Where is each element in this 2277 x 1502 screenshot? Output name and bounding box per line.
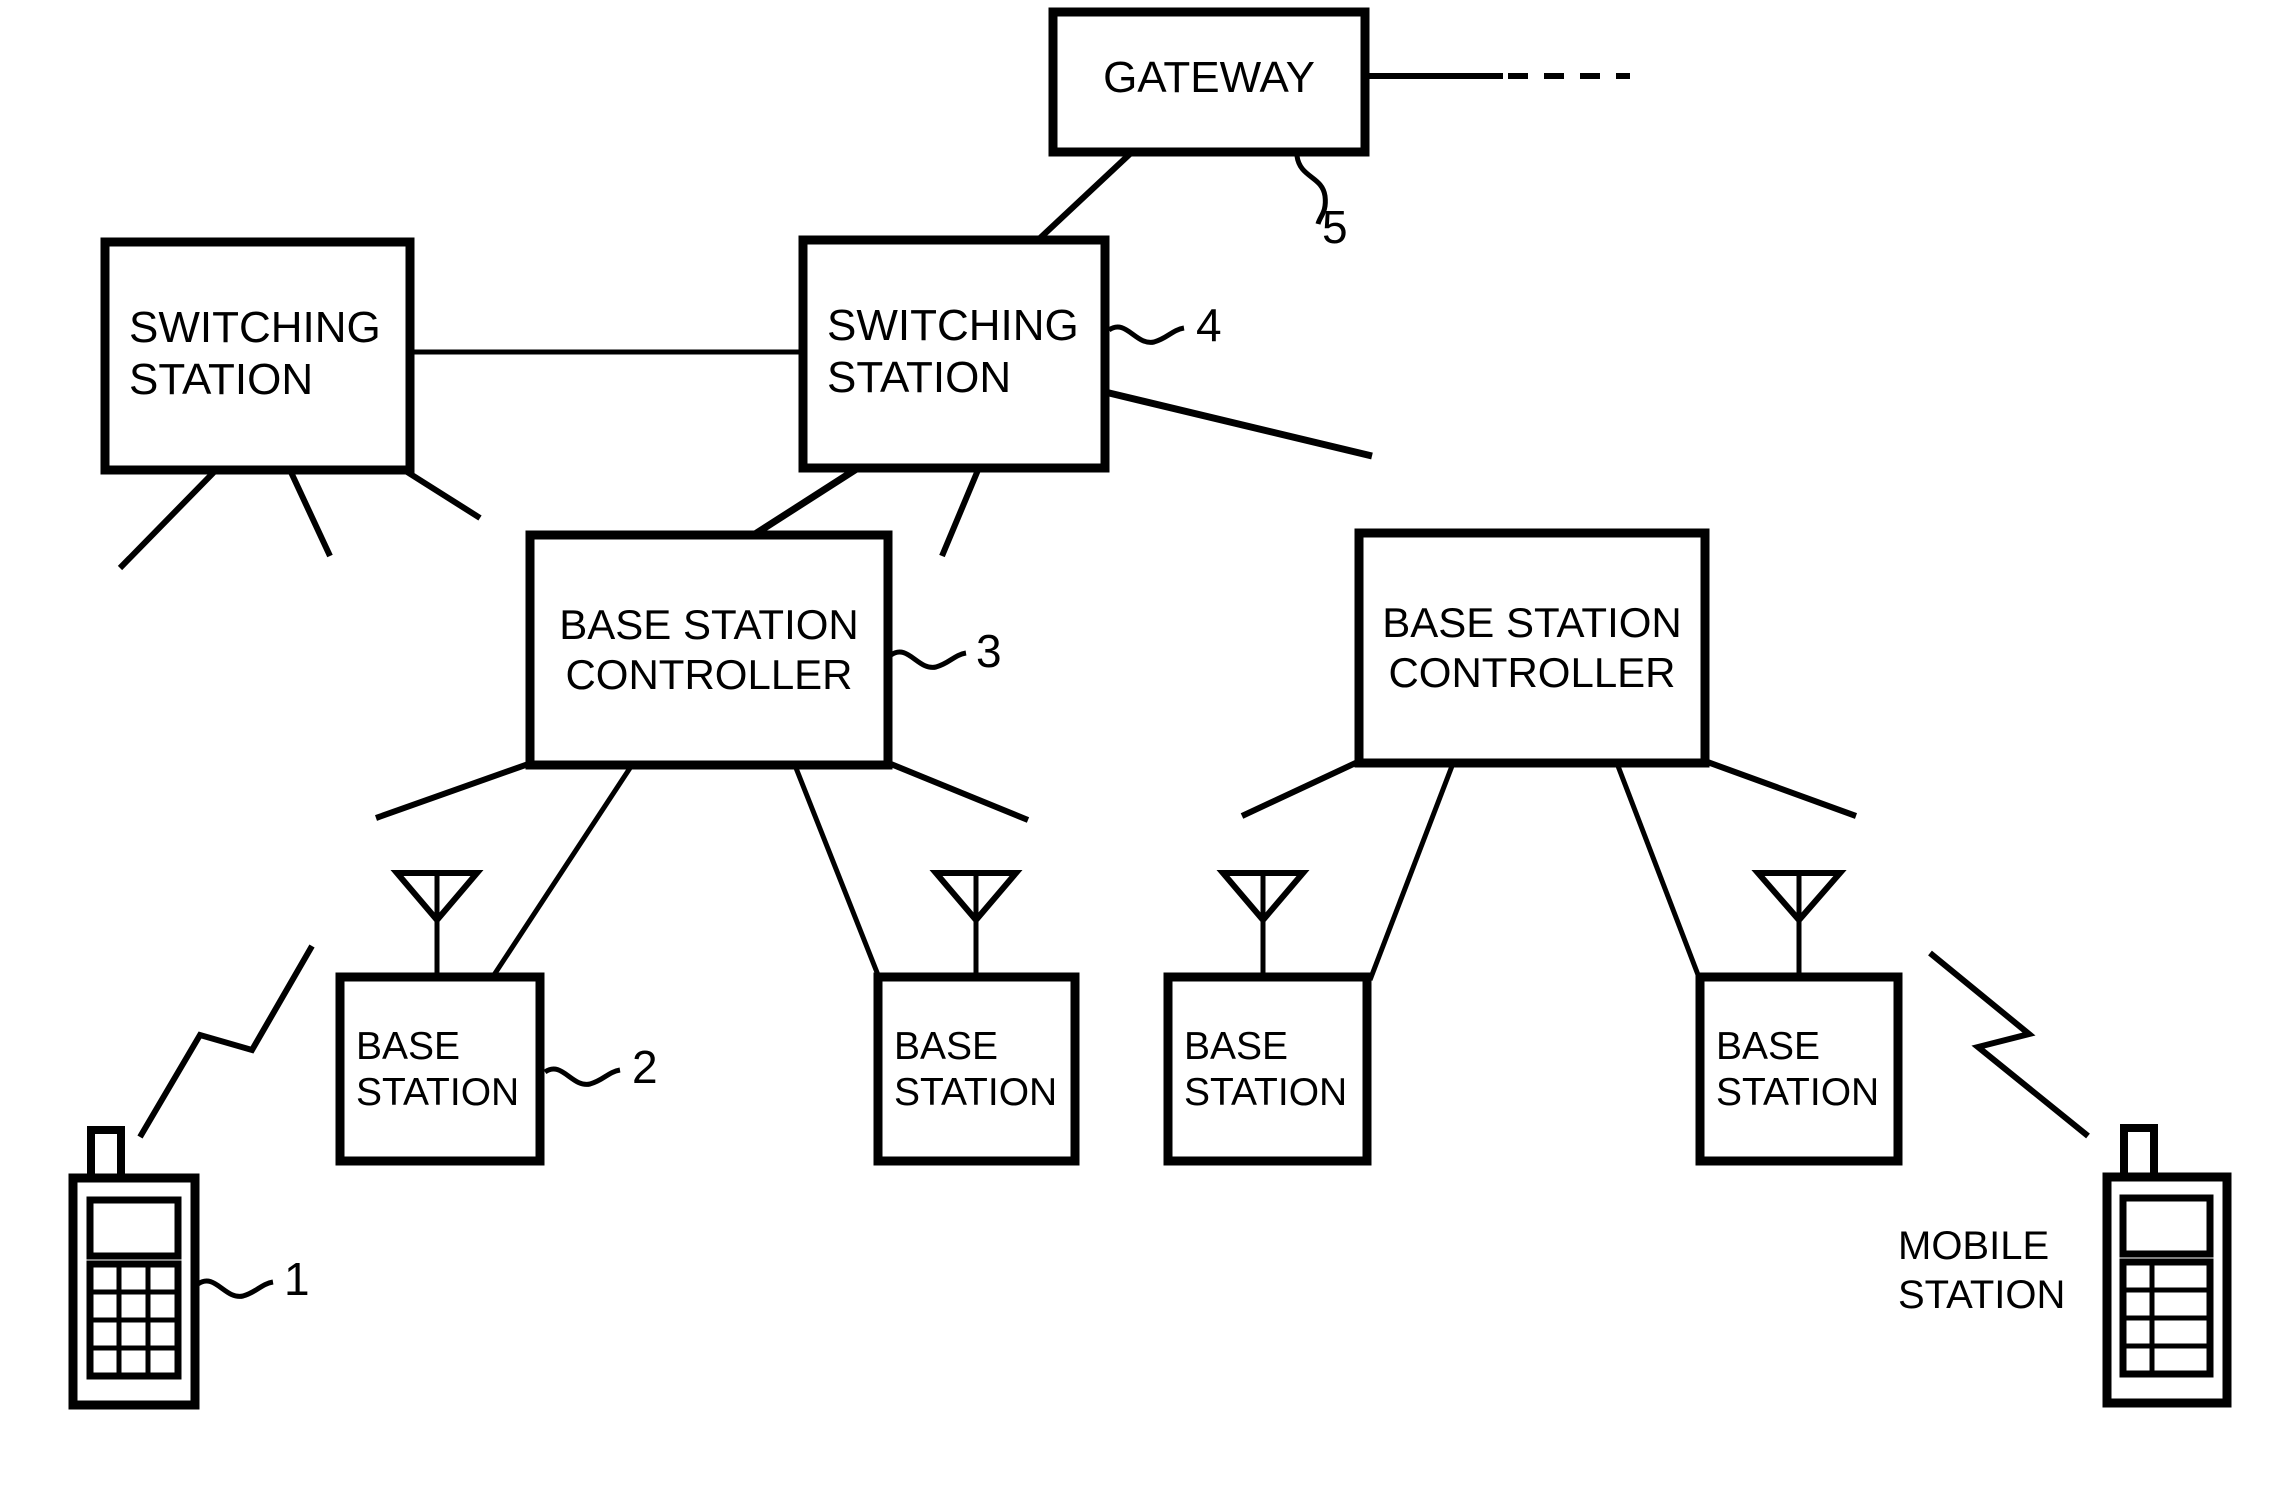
ref-numeral-2: 2 bbox=[632, 1041, 658, 1093]
ref-numeral-4: 4 bbox=[1196, 299, 1222, 351]
figure-canvas: GATEWAY SWITCHING STATION SWITCHING STAT… bbox=[0, 0, 2277, 1502]
base-station-2-box[interactable] bbox=[873, 972, 1080, 1166]
switching-station-ref-leader bbox=[1107, 324, 1185, 345]
mobile-station-right-label: MOBILE STATION bbox=[1898, 1224, 2066, 1317]
ref-numeral-5: 5 bbox=[1322, 201, 1348, 253]
mobile-handset-icon-right[interactable] bbox=[2102, 1124, 2232, 1408]
handset-screen-right bbox=[2119, 1194, 2214, 1258]
switching-station-right-box[interactable] bbox=[798, 235, 1110, 473]
handset-keypad-left bbox=[86, 1260, 182, 1380]
mobile-handset-icon-left[interactable] bbox=[68, 1126, 200, 1410]
handset-antenna-stub-right bbox=[2120, 1124, 2158, 1184]
ref-numeral-3: 3 bbox=[976, 625, 1002, 677]
antenna-icon-2 bbox=[929, 870, 1023, 977]
base-station-4-box[interactable] bbox=[1695, 972, 1903, 1166]
gateway-box[interactable] bbox=[1048, 7, 1370, 157]
base-station-3-box[interactable] bbox=[1163, 972, 1372, 1166]
base-station-ref-leader bbox=[543, 1066, 621, 1087]
base-station-controller-left-box[interactable] bbox=[525, 530, 893, 770]
switching-station-left-box[interactable] bbox=[100, 237, 415, 475]
antenna-icon-4 bbox=[1751, 870, 1847, 977]
antenna-icon-3 bbox=[1216, 870, 1310, 977]
mobile-station-ref-leader bbox=[196, 1278, 274, 1299]
switching-station-left-downlinks bbox=[117, 467, 482, 571]
base-station-controller-right-box[interactable] bbox=[1354, 528, 1710, 768]
handset-screen-left bbox=[86, 1196, 182, 1260]
radio-link-zigzag-icon-left bbox=[137, 944, 315, 1139]
link-switching-station-right-east bbox=[1104, 388, 1373, 460]
ref-numeral-1: 1 bbox=[284, 1253, 310, 1305]
base-station-1-box[interactable] bbox=[335, 972, 545, 1166]
radio-link-zigzag-icon-right bbox=[1928, 950, 2090, 1139]
base-station-controller-ref-leader bbox=[889, 649, 967, 670]
handset-keypad-right bbox=[2119, 1258, 2214, 1378]
antenna-icon-1 bbox=[390, 870, 484, 977]
link-gateway-to-switching-station-right bbox=[1035, 149, 1135, 243]
